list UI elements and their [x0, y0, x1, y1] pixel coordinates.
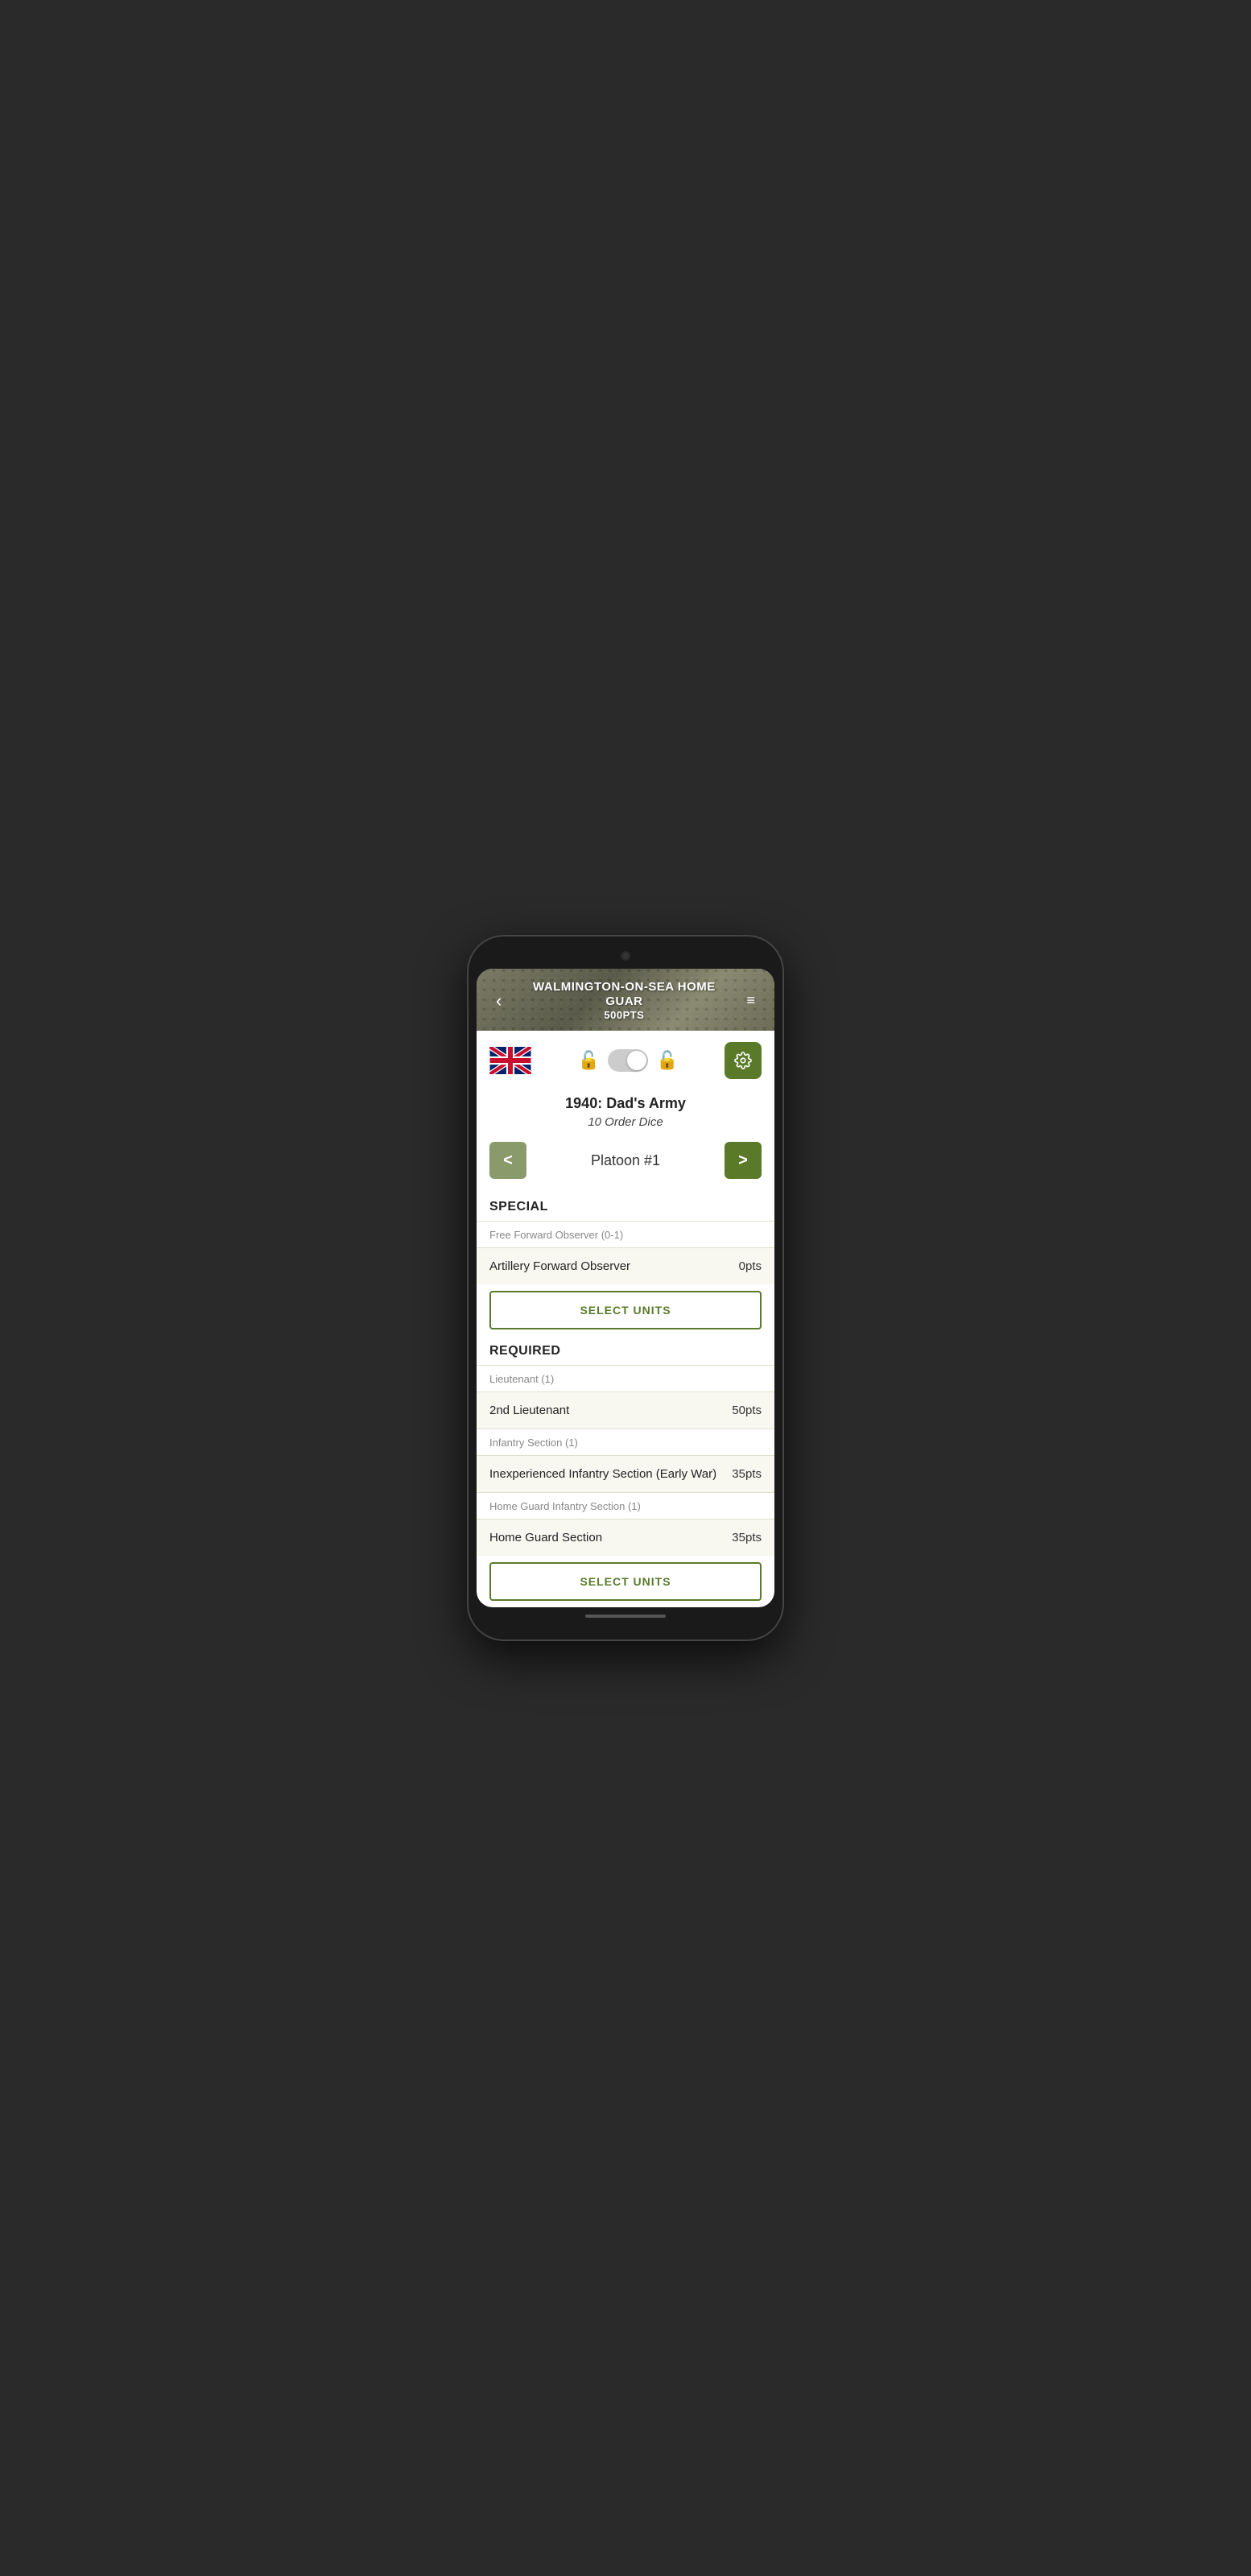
category-infantry-section: Infantry Section (1)	[477, 1429, 774, 1455]
category-free-forward-observer: Free Forward Observer (0-1)	[477, 1221, 774, 1247]
list-item[interactable]: 2nd Lieutenant 50pts	[477, 1391, 774, 1429]
camera	[621, 951, 630, 961]
list-item[interactable]: Artillery Forward Observer 0pts	[477, 1247, 774, 1284]
back-button[interactable]: ‹	[489, 987, 508, 1015]
list-item[interactable]: Home Guard Section 35pts	[477, 1519, 774, 1556]
item-name-home-guard-section: Home Guard Section	[489, 1531, 602, 1544]
item-pts-artillery-forward-observer: 0pts	[739, 1259, 762, 1273]
platoon-nav: < Platoon #1 >	[477, 1142, 774, 1192]
next-platoon-button[interactable]: >	[725, 1142, 762, 1179]
item-pts-inexperienced-infantry: 35pts	[732, 1467, 762, 1481]
header-title-group: WALMINGTON-ON-SEA HOME GUAR 500PTS	[508, 980, 740, 1021]
select-units-button-special[interactable]: SELECT UNITS	[489, 1291, 762, 1329]
army-info: 1940: Dad's Army 10 Order Dice	[477, 1090, 774, 1142]
required-title: REQUIRED	[489, 1344, 560, 1358]
required-section-header: REQUIRED	[477, 1336, 774, 1365]
prev-platoon-button[interactable]: <	[489, 1142, 526, 1179]
category-label-home-guard-infantry: Home Guard Infantry Section (1)	[489, 1500, 641, 1512]
army-name: 1940: Dad's Army	[489, 1095, 762, 1112]
order-dice: 10 Order Dice	[489, 1115, 762, 1129]
app-header: ‹ WALMINGTON-ON-SEA HOME GUAR 500PTS ≡	[477, 969, 774, 1031]
phone-frame: ‹ WALMINGTON-ON-SEA HOME GUAR 500PTS ≡ 🔓	[469, 937, 782, 1639]
category-label-free-forward-observer: Free Forward Observer (0-1)	[489, 1229, 623, 1241]
lock-left-icon: 🔓	[578, 1050, 600, 1071]
platoon-label: Platoon #1	[591, 1152, 660, 1169]
header-subtitle: 500PTS	[514, 1009, 733, 1021]
special-section: SPECIAL Free Forward Observer (0-1) Arti…	[477, 1192, 774, 1329]
header-title: WALMINGTON-ON-SEA HOME GUAR	[514, 980, 733, 1009]
item-pts-home-guard-section: 35pts	[732, 1531, 762, 1544]
item-name-artillery-forward-observer: Artillery Forward Observer	[489, 1259, 630, 1273]
category-lieutenant: Lieutenant (1)	[477, 1365, 774, 1391]
phone-screen: ‹ WALMINGTON-ON-SEA HOME GUAR 500PTS ≡ 🔓	[477, 969, 774, 1607]
menu-button[interactable]: ≡	[740, 989, 762, 1012]
controls-row: 🔓 🔓	[477, 1031, 774, 1090]
special-section-header: SPECIAL	[477, 1192, 774, 1221]
required-section: REQUIRED Lieutenant (1) 2nd Lieutenant 5…	[477, 1336, 774, 1601]
lock-right-icon: 🔓	[656, 1050, 678, 1071]
item-name-2nd-lieutenant: 2nd Lieutenant	[489, 1404, 569, 1417]
lock-toggle-group: 🔓 🔓	[578, 1049, 679, 1072]
category-label-lieutenant: Lieutenant (1)	[489, 1373, 554, 1385]
home-indicator	[585, 1615, 666, 1618]
category-home-guard-infantry: Home Guard Infantry Section (1)	[477, 1492, 774, 1519]
category-label-infantry-section: Infantry Section (1)	[489, 1437, 578, 1449]
toggle-knob	[627, 1051, 646, 1070]
select-units-button-required[interactable]: SELECT UNITS	[489, 1562, 762, 1601]
toggle-switch[interactable]	[608, 1049, 648, 1072]
gear-icon	[734, 1052, 752, 1069]
item-pts-2nd-lieutenant: 50pts	[732, 1404, 762, 1417]
home-bar	[477, 1607, 774, 1625]
special-title: SPECIAL	[489, 1200, 548, 1214]
settings-button[interactable]	[725, 1042, 762, 1079]
item-name-inexperienced-infantry: Inexperienced Infantry Section (Early Wa…	[489, 1467, 716, 1481]
list-item[interactable]: Inexperienced Infantry Section (Early Wa…	[477, 1455, 774, 1492]
flag-icon[interactable]	[489, 1047, 531, 1074]
